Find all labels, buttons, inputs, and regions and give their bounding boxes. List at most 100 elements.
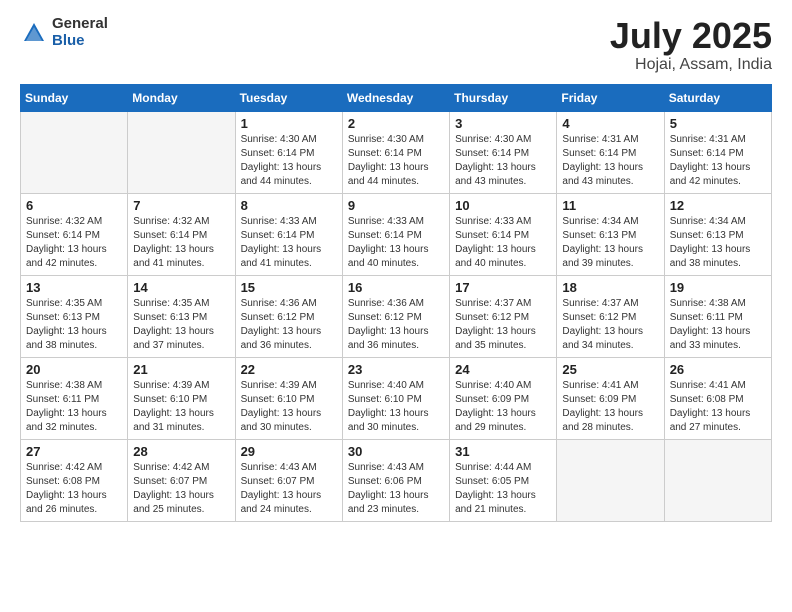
day-number: 17 (455, 280, 551, 295)
calendar-cell: 26 Sunrise: 4:41 AM Sunset: 6:08 PM Dayli… (664, 357, 771, 439)
day-number: 20 (26, 362, 122, 377)
calendar-cell: 11Sunrise: 4:34 AM Sunset: 6:13 PM Dayli… (557, 193, 664, 275)
calendar-cell: 5 Sunrise: 4:31 AM Sunset: 6:14 PM Daylig… (664, 111, 771, 193)
day-info: Sunrise: 4:38 AM Sunset: 6:11 PM Dayligh… (670, 297, 766, 353)
day-number: 23 (348, 362, 444, 377)
day-number: 31 (455, 444, 551, 459)
month-title: July 2025 (610, 16, 772, 56)
col-tuesday: Tuesday (235, 84, 342, 111)
day-info: Sunrise: 4:37 AM Sunset: 6:12 PM Dayligh… (455, 297, 551, 353)
day-info: Sunrise: 4:41 AM Sunset: 6:09 PM Dayligh… (562, 379, 658, 435)
calendar-cell: 4Sunrise: 4:31 AM Sunset: 6:14 PM Daylig… (557, 111, 664, 193)
calendar-cell: 31 Sunrise: 4:44 AM Sunset: 6:05 PM Dayli… (450, 439, 557, 521)
col-sunday: Sunday (21, 84, 128, 111)
calendar-row-4: 20 Sunrise: 4:38 AM Sunset: 6:11 PM Dayli… (21, 357, 772, 439)
day-info: Sunrise: 4:40 AM Sunset: 6:10 PM Dayligh… (348, 379, 444, 435)
calendar-cell: 29 Sunrise: 4:43 AM Sunset: 6:07 PM Dayli… (235, 439, 342, 521)
calendar-cell: 30 Sunrise: 4:43 AM Sunset: 6:06 PM Dayli… (342, 439, 449, 521)
calendar-cell: 27 Sunrise: 4:42 AM Sunset: 6:08 PM Dayli… (21, 439, 128, 521)
calendar-cell (557, 439, 664, 521)
calendar-cell (21, 111, 128, 193)
col-wednesday: Wednesday (342, 84, 449, 111)
calendar-cell: 20 Sunrise: 4:38 AM Sunset: 6:11 PM Dayli… (21, 357, 128, 439)
calendar-cell: 25 Sunrise: 4:41 AM Sunset: 6:09 PM Dayli… (557, 357, 664, 439)
day-number: 21 (133, 362, 229, 377)
calendar-cell: 17 Sunrise: 4:37 AM Sunset: 6:12 PM Dayli… (450, 275, 557, 357)
day-info: Sunrise: 4:34 AM Sunset: 6:13 PM Dayligh… (562, 215, 658, 271)
col-friday: Friday (557, 84, 664, 111)
calendar-cell: 22Sunrise: 4:39 AM Sunset: 6:10 PM Dayli… (235, 357, 342, 439)
logo-blue: Blue (52, 33, 108, 50)
day-number: 30 (348, 444, 444, 459)
day-number: 2 (348, 116, 444, 131)
day-number: 16 (348, 280, 444, 295)
day-info: Sunrise: 4:32 AM Sunset: 6:14 PM Dayligh… (133, 215, 229, 271)
day-info: Sunrise: 4:42 AM Sunset: 6:07 PM Dayligh… (133, 461, 229, 517)
day-info: Sunrise: 4:36 AM Sunset: 6:12 PM Dayligh… (348, 297, 444, 353)
day-info: Sunrise: 4:30 AM Sunset: 6:14 PM Dayligh… (348, 133, 444, 189)
day-number: 25 (562, 362, 658, 377)
day-info: Sunrise: 4:31 AM Sunset: 6:14 PM Dayligh… (670, 133, 766, 189)
calendar-row-5: 27 Sunrise: 4:42 AM Sunset: 6:08 PM Dayli… (21, 439, 772, 521)
calendar-cell (664, 439, 771, 521)
day-number: 24 (455, 362, 551, 377)
day-number: 6 (26, 198, 122, 213)
day-info: Sunrise: 4:31 AM Sunset: 6:14 PM Dayligh… (562, 133, 658, 189)
calendar-cell: 9 Sunrise: 4:33 AM Sunset: 6:14 PM Daylig… (342, 193, 449, 275)
calendar-cell: 8Sunrise: 4:33 AM Sunset: 6:14 PM Daylig… (235, 193, 342, 275)
calendar-row-2: 6 Sunrise: 4:32 AM Sunset: 6:14 PM Daylig… (21, 193, 772, 275)
calendar-cell: 6 Sunrise: 4:32 AM Sunset: 6:14 PM Daylig… (21, 193, 128, 275)
day-number: 27 (26, 444, 122, 459)
day-number: 5 (670, 116, 766, 131)
calendar-cell: 2 Sunrise: 4:30 AM Sunset: 6:14 PM Daylig… (342, 111, 449, 193)
day-info: Sunrise: 4:44 AM Sunset: 6:05 PM Dayligh… (455, 461, 551, 517)
day-number: 1 (241, 116, 337, 131)
day-info: Sunrise: 4:40 AM Sunset: 6:09 PM Dayligh… (455, 379, 551, 435)
day-info: Sunrise: 4:39 AM Sunset: 6:10 PM Dayligh… (133, 379, 229, 435)
header: General Blue July 2025 Hojai, Assam, Ind… (20, 16, 772, 74)
day-info: Sunrise: 4:42 AM Sunset: 6:08 PM Dayligh… (26, 461, 122, 517)
calendar-row-3: 13 Sunrise: 4:35 AM Sunset: 6:13 PM Dayli… (21, 275, 772, 357)
day-info: Sunrise: 4:34 AM Sunset: 6:13 PM Dayligh… (670, 215, 766, 271)
calendar: Sunday Monday Tuesday Wednesday Thursday… (20, 84, 772, 522)
day-info: Sunrise: 4:33 AM Sunset: 6:14 PM Dayligh… (455, 215, 551, 271)
calendar-cell: 15Sunrise: 4:36 AM Sunset: 6:12 PM Dayli… (235, 275, 342, 357)
day-number: 3 (455, 116, 551, 131)
calendar-row-1: 1 Sunrise: 4:30 AM Sunset: 6:14 PM Daylig… (21, 111, 772, 193)
calendar-cell: 28 Sunrise: 4:42 AM Sunset: 6:07 PM Dayli… (128, 439, 235, 521)
calendar-cell: 21 Sunrise: 4:39 AM Sunset: 6:10 PM Dayli… (128, 357, 235, 439)
day-info: Sunrise: 4:33 AM Sunset: 6:14 PM Dayligh… (348, 215, 444, 271)
day-number: 8 (241, 198, 337, 213)
calendar-cell: 7Sunrise: 4:32 AM Sunset: 6:14 PM Daylig… (128, 193, 235, 275)
day-info: Sunrise: 4:43 AM Sunset: 6:06 PM Dayligh… (348, 461, 444, 517)
day-info: Sunrise: 4:30 AM Sunset: 6:14 PM Dayligh… (241, 133, 337, 189)
day-info: Sunrise: 4:30 AM Sunset: 6:14 PM Dayligh… (455, 133, 551, 189)
calendar-cell: 1 Sunrise: 4:30 AM Sunset: 6:14 PM Daylig… (235, 111, 342, 193)
day-number: 26 (670, 362, 766, 377)
calendar-cell: 13 Sunrise: 4:35 AM Sunset: 6:13 PM Dayli… (21, 275, 128, 357)
calendar-cell: 18Sunrise: 4:37 AM Sunset: 6:12 PM Dayli… (557, 275, 664, 357)
day-number: 13 (26, 280, 122, 295)
day-number: 28 (133, 444, 229, 459)
calendar-cell: 3 Sunrise: 4:30 AM Sunset: 6:14 PM Daylig… (450, 111, 557, 193)
day-number: 12 (670, 198, 766, 213)
col-saturday: Saturday (664, 84, 771, 111)
location-title: Hojai, Assam, India (610, 56, 772, 74)
day-info: Sunrise: 4:35 AM Sunset: 6:13 PM Dayligh… (26, 297, 122, 353)
day-info: Sunrise: 4:32 AM Sunset: 6:14 PM Dayligh… (26, 215, 122, 271)
day-number: 29 (241, 444, 337, 459)
day-info: Sunrise: 4:41 AM Sunset: 6:08 PM Dayligh… (670, 379, 766, 435)
calendar-cell: 10Sunrise: 4:33 AM Sunset: 6:14 PM Dayli… (450, 193, 557, 275)
day-number: 9 (348, 198, 444, 213)
day-info: Sunrise: 4:38 AM Sunset: 6:11 PM Dayligh… (26, 379, 122, 435)
day-info: Sunrise: 4:43 AM Sunset: 6:07 PM Dayligh… (241, 461, 337, 517)
calendar-cell: 16 Sunrise: 4:36 AM Sunset: 6:12 PM Dayli… (342, 275, 449, 357)
day-number: 19 (670, 280, 766, 295)
calendar-cell: 24 Sunrise: 4:40 AM Sunset: 6:09 PM Dayli… (450, 357, 557, 439)
col-thursday: Thursday (450, 84, 557, 111)
title-area: July 2025 Hojai, Assam, India (610, 16, 772, 74)
calendar-cell: 19 Sunrise: 4:38 AM Sunset: 6:11 PM Dayli… (664, 275, 771, 357)
calendar-cell: 23 Sunrise: 4:40 AM Sunset: 6:10 PM Dayli… (342, 357, 449, 439)
day-number: 14 (133, 280, 229, 295)
day-info: Sunrise: 4:35 AM Sunset: 6:13 PM Dayligh… (133, 297, 229, 353)
